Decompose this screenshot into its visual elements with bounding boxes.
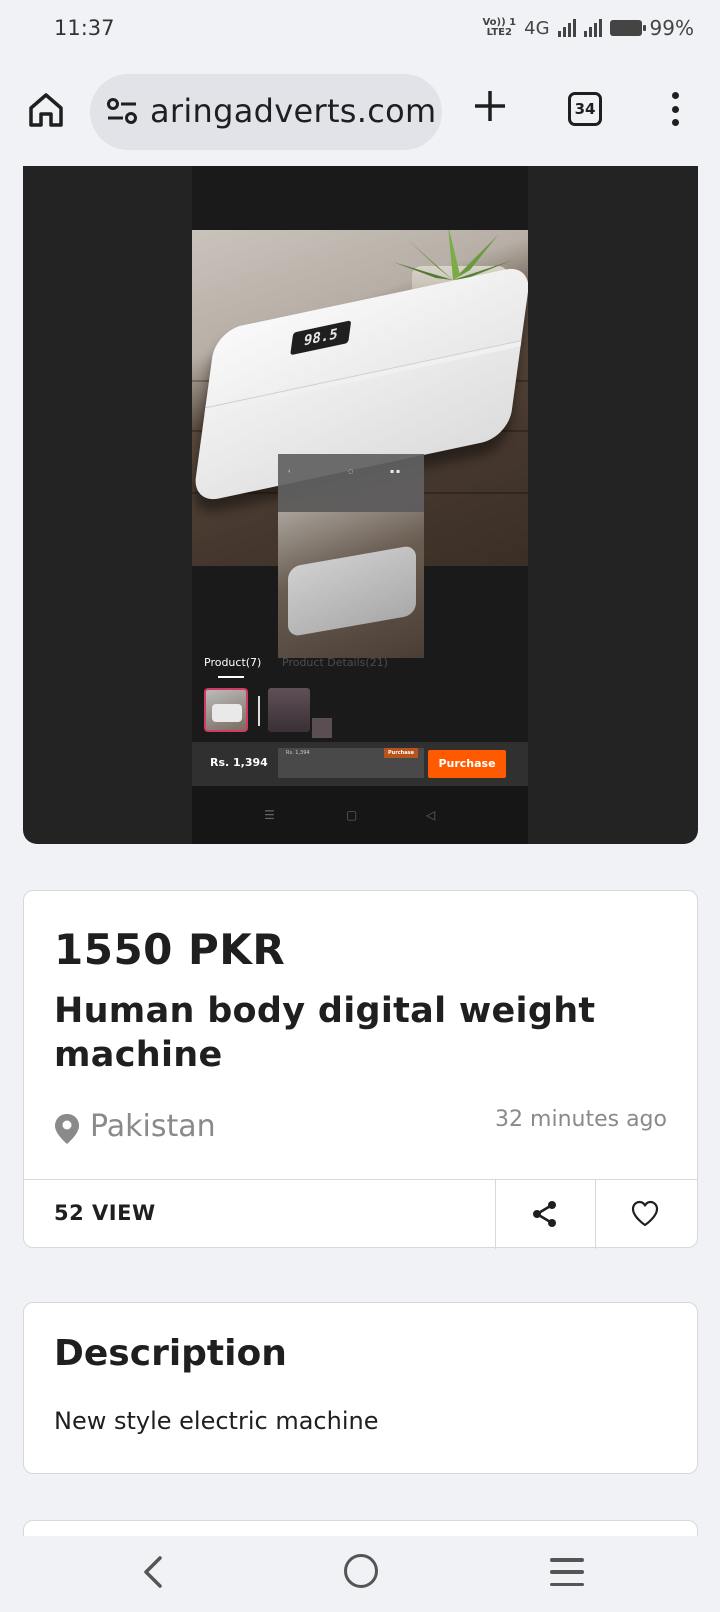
thumbnail: [312, 718, 332, 738]
product-title: Human body digital weight machine: [54, 991, 596, 1075]
product-price: 1550 PKR: [54, 925, 286, 974]
signal-icon: [557, 19, 576, 37]
screenshot-tabs: Product(7) Product Details(21): [204, 656, 516, 682]
browser-toolbar: aringadverts.com 34: [0, 60, 720, 166]
signal-icon-2: [583, 19, 602, 37]
tab-switcher-icon[interactable]: 34: [568, 92, 602, 126]
product-image-gallery[interactable]: 98.5 ‹ ◌ ▪ ▪ Product(7) Product Details(…: [23, 166, 698, 844]
status-time: 11:37: [54, 16, 115, 40]
recents-icon[interactable]: [550, 1558, 584, 1586]
network-type: 4G: [524, 17, 550, 39]
new-tab-icon[interactable]: [472, 88, 508, 124]
screenshot-price: Rs. 1,394: [210, 756, 268, 769]
thumbnail-strip: [204, 688, 516, 738]
more-menu-icon[interactable]: [670, 92, 680, 126]
address-bar[interactable]: aringadverts.com: [90, 74, 442, 150]
screenshot-nav-bar: ☰ ▢ ◁: [192, 786, 528, 844]
tab-product: Product(7): [204, 656, 262, 669]
product-info-card: 1550 PKR Human body digital weight machi…: [23, 890, 698, 1249]
home-icon: ▢: [346, 808, 358, 822]
share-icon: [533, 1201, 556, 1227]
posted-time: 32 minutes ago: [495, 1107, 667, 1132]
battery-icon: [609, 20, 646, 36]
battery-percent: 99%: [649, 16, 694, 40]
back-icon[interactable]: [138, 1554, 170, 1590]
product-screenshot: 98.5 ‹ ◌ ▪ ▪ Product(7) Product Details(…: [192, 166, 528, 844]
product-location: Pakistan: [90, 1109, 216, 1144]
page-content: 98.5 ‹ ◌ ▪ ▪ Product(7) Product Details(…: [0, 166, 720, 1536]
back-icon: ◁: [426, 808, 436, 822]
favorite-button[interactable]: [595, 1179, 695, 1249]
menu-icon: ☰: [264, 808, 275, 822]
system-nav-bar: [0, 1536, 720, 1612]
url-text[interactable]: aringadverts.com: [150, 92, 437, 130]
screenshot-buy-bar: Rs. 1,394 Rs. 1,394 Purchase Purchase: [192, 742, 528, 786]
status-icons: Vo)) 1 LTE2 4G 99%: [482, 16, 694, 40]
description-text: New style electric machine: [54, 1407, 379, 1435]
site-settings-icon[interactable]: [104, 96, 140, 128]
status-bar: 11:37 Vo)) 1 LTE2 4G 99%: [0, 0, 720, 60]
next-card: [23, 1520, 698, 1536]
home-icon[interactable]: [26, 90, 66, 130]
tab-product-details: Product Details(21): [282, 656, 388, 669]
mini-preview: Rs. 1,394 Purchase: [278, 748, 424, 778]
thumbnail: [268, 688, 310, 732]
overlay-preview: ‹ ◌ ▪ ▪: [278, 454, 424, 658]
share-button[interactable]: [495, 1179, 595, 1249]
view-count: 52 VIEW: [54, 1201, 156, 1225]
scale-display: 98.5: [290, 320, 352, 356]
thumbnail-selected: [204, 688, 248, 732]
location-pin-icon: [55, 1114, 79, 1144]
heart-icon: [631, 1200, 659, 1227]
home-button[interactable]: [344, 1554, 378, 1588]
screenshot-purchase-button: Purchase: [428, 750, 506, 778]
description-heading: Description: [54, 1333, 287, 1374]
volte-indicator: Vo)) 1 LTE2: [482, 17, 517, 38]
description-card: Description New style electric machine: [23, 1302, 698, 1474]
